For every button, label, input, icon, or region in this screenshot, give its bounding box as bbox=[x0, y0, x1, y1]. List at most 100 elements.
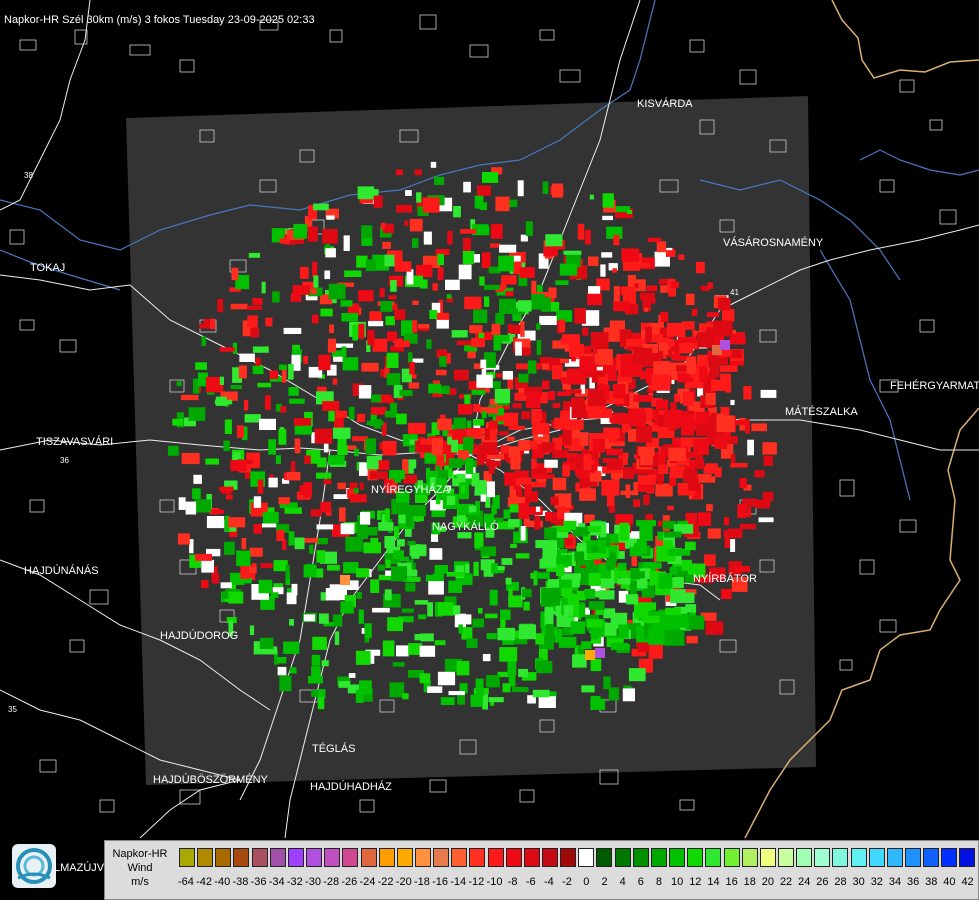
radar-echo bbox=[283, 641, 300, 654]
radar-echo bbox=[337, 445, 348, 455]
legend-tick-label: -8 bbox=[507, 876, 518, 888]
radar-echo bbox=[477, 185, 491, 196]
legend-swatch bbox=[705, 848, 722, 867]
radar-echo bbox=[595, 648, 605, 658]
radar-echo bbox=[335, 410, 348, 418]
legend-swatch bbox=[433, 848, 450, 867]
radar-echo bbox=[532, 689, 550, 698]
radar-echo bbox=[696, 424, 716, 436]
radar-echo bbox=[275, 455, 281, 464]
radar-echo bbox=[456, 660, 470, 676]
radar-echo bbox=[249, 625, 255, 635]
radar-echo bbox=[499, 647, 518, 662]
radar-echo bbox=[292, 285, 310, 295]
radar-echo bbox=[205, 458, 219, 465]
radar-echo bbox=[737, 504, 747, 519]
radar-echo bbox=[637, 475, 656, 485]
radar-echo bbox=[312, 636, 327, 650]
radar-echo bbox=[348, 406, 355, 420]
radar-echo bbox=[520, 526, 526, 541]
radar-echo bbox=[453, 369, 469, 381]
radar-echo bbox=[639, 292, 655, 301]
radar-echo bbox=[517, 180, 524, 197]
radar-echo bbox=[344, 270, 362, 277]
radar-echo bbox=[541, 588, 561, 606]
radar-echo bbox=[201, 336, 207, 347]
radar-echo bbox=[299, 485, 304, 495]
radar-echo bbox=[588, 572, 601, 586]
radar-echo bbox=[396, 413, 407, 425]
radar-echo bbox=[525, 392, 541, 409]
radar-echo bbox=[584, 229, 591, 245]
radar-echo bbox=[730, 539, 736, 552]
radar-echo bbox=[751, 423, 767, 432]
radar-echo bbox=[552, 403, 561, 408]
radar-echo bbox=[434, 176, 445, 185]
radar-echo bbox=[378, 522, 394, 531]
radar-echo bbox=[288, 364, 294, 380]
radar-echo bbox=[527, 360, 537, 374]
city-label: NYÍREGYHÁZA bbox=[371, 483, 451, 496]
radar-echo bbox=[321, 660, 329, 667]
radar-echo bbox=[434, 565, 448, 574]
radar-echo bbox=[405, 513, 414, 527]
radar-echo bbox=[530, 572, 537, 579]
radar-echo bbox=[727, 528, 743, 539]
radar-echo bbox=[463, 437, 474, 451]
radar-echo bbox=[696, 261, 705, 274]
radar-echo bbox=[531, 458, 537, 469]
radar-echo bbox=[409, 218, 423, 232]
legend-tick-label: -6 bbox=[525, 876, 536, 888]
radar-echo bbox=[316, 524, 334, 530]
radar-echo bbox=[317, 689, 326, 699]
radar-echo bbox=[470, 694, 483, 707]
radar-echo bbox=[527, 506, 543, 515]
radar-echo bbox=[399, 556, 410, 562]
radar-echo bbox=[469, 325, 483, 334]
radar-echo bbox=[316, 550, 326, 563]
radar-echo bbox=[408, 382, 420, 389]
radar-echo bbox=[588, 286, 601, 294]
legend-tick-label: -4 bbox=[544, 876, 554, 888]
radar-echo bbox=[340, 523, 355, 535]
radar-echo bbox=[365, 259, 376, 272]
radar-echo bbox=[587, 292, 603, 306]
radar-echo bbox=[265, 395, 271, 410]
legend-swatch bbox=[868, 848, 885, 867]
city-label: FEHÉRGYARMAT bbox=[890, 379, 979, 392]
radar-echo bbox=[515, 553, 530, 559]
radar-echo bbox=[277, 666, 287, 676]
radar-echo bbox=[426, 339, 432, 349]
radar-echo bbox=[283, 327, 302, 334]
road-number-label: 38 bbox=[24, 171, 33, 180]
radar-echo bbox=[681, 321, 695, 330]
legend-tick-label: 4 bbox=[619, 876, 626, 888]
radar-echo bbox=[518, 503, 529, 519]
radar-echo bbox=[745, 419, 750, 434]
radar-echo bbox=[277, 657, 287, 664]
radar-echo bbox=[566, 368, 587, 385]
radar-echo bbox=[361, 225, 373, 239]
radar-echo bbox=[304, 455, 311, 464]
radar-echo bbox=[278, 497, 290, 505]
radar-echo bbox=[201, 580, 209, 589]
radar-echo bbox=[548, 391, 556, 401]
radar-echo bbox=[307, 226, 318, 242]
radar-echo bbox=[639, 525, 653, 541]
radar-echo bbox=[334, 631, 340, 645]
radar-echo bbox=[457, 693, 465, 705]
radar-echo bbox=[609, 320, 625, 330]
road-number-label: 36 bbox=[60, 456, 69, 465]
radar-echo bbox=[696, 354, 710, 368]
radar-echo bbox=[210, 318, 216, 330]
radar-echo bbox=[734, 566, 751, 573]
legend-tick-label: 22 bbox=[779, 876, 793, 888]
radar-echo bbox=[668, 419, 677, 430]
radar-echo bbox=[596, 383, 604, 390]
radar-echo bbox=[361, 362, 379, 372]
radar-echo bbox=[588, 601, 605, 610]
radar-echo bbox=[697, 512, 712, 526]
radar-echo bbox=[636, 520, 656, 527]
city-label: TISZAVASVÁRI bbox=[36, 435, 113, 448]
radar-echo bbox=[299, 266, 309, 279]
